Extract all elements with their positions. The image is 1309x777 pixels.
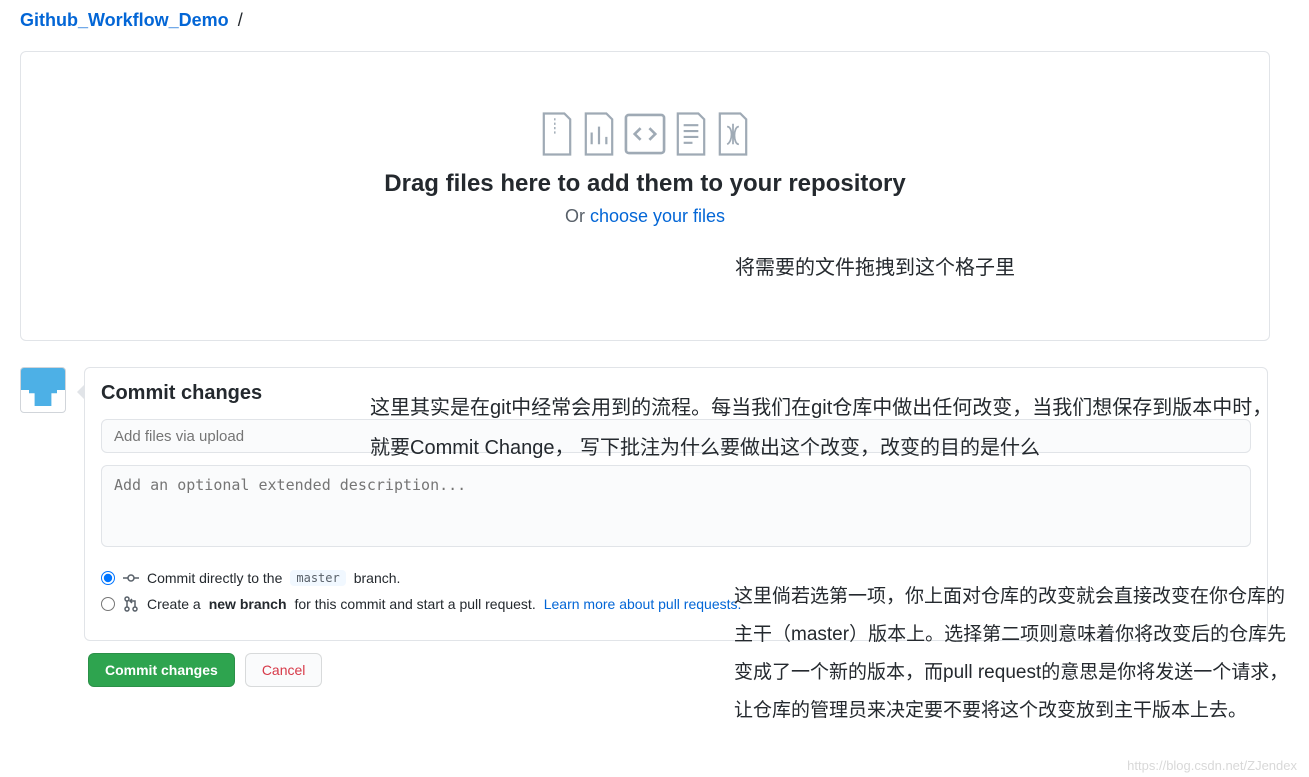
text-file-icon [673,112,709,156]
repo-link[interactable]: Github_Workflow_Demo [20,10,229,30]
zip-file-icon [539,112,575,156]
annotation-dropzone: 将需要的文件拖拽到这个格子里 [501,251,1249,280]
commit-icon [123,570,139,586]
cancel-button[interactable]: Cancel [245,653,323,687]
choose-files-link[interactable]: choose your files [590,206,725,226]
radio-direct[interactable] [101,571,115,585]
file-type-icons [41,112,1249,156]
commit-description-input[interactable] [101,465,1251,547]
breadcrumb-separator: / [238,10,243,30]
code-file-icon [623,112,667,156]
watermark: https://blog.csdn.net/ZJendex [1127,758,1297,773]
chart-file-icon [581,112,617,156]
learn-more-link[interactable]: Learn more about pull requests. [544,596,742,612]
dropzone-subtext: Or choose your files [41,206,1249,227]
annotation-branch: 这里倘若选第一项，你上面对仓库的改变就会直接改变在你仓库的主干（master）版… [734,578,1294,730]
commit-button[interactable]: Commit changes [88,653,235,687]
pull-request-icon [123,596,139,612]
radio-newbranch[interactable] [101,597,115,611]
dropzone-title: Drag files here to add them to your repo… [41,170,1249,198]
file-dropzone[interactable]: Drag files here to add them to your repo… [20,51,1270,341]
avatar [20,367,66,413]
branch-name-badge: master [290,570,345,586]
annotation-commit: 这里其实是在git中经常会用到的流程。每当我们在git仓库中做出任何改变，当我们… [370,388,1290,468]
breadcrumb: Github_Workflow_Demo / [20,10,1289,31]
pdf-file-icon [715,112,751,156]
